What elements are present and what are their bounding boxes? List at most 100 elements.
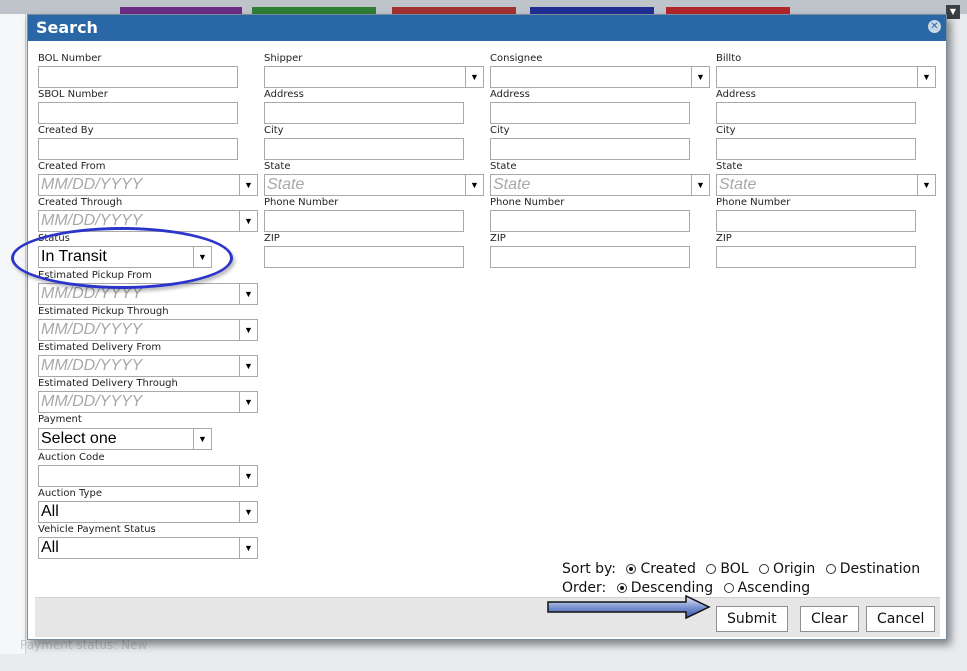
created-through-label: Created Through [38, 197, 123, 208]
bol-number-input[interactable] [38, 66, 238, 88]
submit-button[interactable]: Submit [716, 606, 788, 632]
chevron-down-icon[interactable]: ▼ [239, 392, 257, 412]
dialog-footer: Submit Clear Cancel [35, 597, 940, 637]
order-ascending-radio[interactable] [723, 583, 734, 593]
chevron-down-icon[interactable]: ▼ [465, 175, 483, 195]
consignee-address-input[interactable] [490, 102, 690, 124]
est-delivery-through-label: Estimated Delivery Through [38, 378, 178, 389]
sort-bol-label[interactable]: BOL [720, 561, 748, 577]
clear-button[interactable]: Clear [800, 606, 859, 632]
vehicle-payment-status-select[interactable]: All ▼ [38, 537, 258, 559]
chevron-down-icon: ▼ [946, 5, 960, 19]
created-from-label: Created From [38, 161, 106, 172]
cancel-button[interactable]: Cancel [866, 606, 936, 632]
billto-select[interactable]: ▼ [716, 66, 936, 88]
chevron-down-icon[interactable]: ▼ [239, 502, 257, 522]
billto-state-label: State [716, 161, 743, 172]
billto-state-select[interactable]: State ▼ [716, 174, 936, 196]
billto-state-placeholder: State [719, 176, 757, 193]
sort-by-group: Sort by: Created BOL Origin Destination [562, 561, 920, 577]
auction-type-select[interactable]: All ▼ [38, 501, 258, 523]
est-pickup-through-label: Estimated Pickup Through [38, 306, 169, 317]
shipper-select[interactable]: ▼ [264, 66, 484, 88]
est-delivery-from-placeholder: MM/DD/YYYY [41, 357, 143, 374]
created-by-label: Created By [38, 125, 94, 136]
dialog-titlebar: Search ✕ [28, 15, 946, 41]
est-delivery-through-placeholder: MM/DD/YYYY [41, 393, 143, 410]
consignee-zip-input[interactable] [490, 246, 690, 268]
consignee-address-label: Address [490, 89, 530, 100]
sort-by-label: Sort by: [562, 561, 617, 577]
sort-destination-label[interactable]: Destination [840, 561, 920, 577]
chevron-down-icon[interactable]: ▼ [239, 466, 257, 486]
chevron-down-icon[interactable]: ▼ [239, 538, 257, 558]
chevron-down-icon[interactable]: ▼ [465, 67, 483, 87]
shipper-state-select[interactable]: State ▼ [264, 174, 484, 196]
vehicle-payment-status-label: Vehicle Payment Status [38, 524, 156, 535]
sbol-number-input[interactable] [38, 102, 238, 124]
background-status-text: Payment status: New [20, 638, 148, 652]
sort-origin-radio[interactable] [758, 564, 769, 574]
sort-created-radio[interactable] [626, 564, 637, 574]
billto-city-label: City [716, 125, 736, 136]
created-from-date[interactable]: MM/DD/YYYY ▼ [38, 174, 258, 196]
consignee-phone-label: Phone Number [490, 197, 565, 208]
consignee-state-label: State [490, 161, 517, 172]
close-icon[interactable]: ✕ [928, 20, 941, 33]
billto-phone-input[interactable] [716, 210, 916, 232]
sort-created-label[interactable]: Created [640, 561, 695, 577]
consignee-label: Consignee [490, 53, 543, 64]
chevron-down-icon[interactable]: ▼ [239, 211, 257, 231]
consignee-select[interactable]: ▼ [490, 66, 710, 88]
shipper-zip-label: ZIP [264, 233, 280, 244]
billto-address-label: Address [716, 89, 756, 100]
shipper-address-input[interactable] [264, 102, 464, 124]
est-pickup-through-date[interactable]: MM/DD/YYYY ▼ [38, 319, 258, 341]
payment-select[interactable]: Select one ▼ [38, 428, 212, 450]
shipper-zip-input[interactable] [264, 246, 464, 268]
chevron-down-icon[interactable]: ▼ [239, 356, 257, 376]
created-by-input[interactable] [38, 138, 238, 160]
sort-origin-label[interactable]: Origin [773, 561, 815, 577]
background-sidebar [0, 14, 26, 654]
shipper-city-input[interactable] [264, 138, 464, 160]
consignee-zip-label: ZIP [490, 233, 506, 244]
sort-bol-radio[interactable] [706, 564, 717, 574]
payment-label: Payment [38, 414, 82, 425]
created-from-placeholder: MM/DD/YYYY [41, 176, 143, 193]
est-delivery-from-date[interactable]: MM/DD/YYYY ▼ [38, 355, 258, 377]
billto-city-input[interactable] [716, 138, 916, 160]
billto-zip-input[interactable] [716, 246, 916, 268]
billto-phone-label: Phone Number [716, 197, 791, 208]
chevron-down-icon[interactable]: ▼ [917, 67, 935, 87]
sort-destination-radio[interactable] [825, 564, 836, 574]
shipper-state-placeholder: State [267, 176, 305, 193]
order-ascending-label[interactable]: Ascending [738, 580, 811, 596]
chevron-down-icon[interactable]: ▼ [691, 67, 709, 87]
chevron-down-icon[interactable]: ▼ [193, 429, 211, 449]
est-delivery-through-date[interactable]: MM/DD/YYYY ▼ [38, 391, 258, 413]
auction-type-label: Auction Type [38, 488, 102, 499]
chevron-down-icon[interactable]: ▼ [239, 175, 257, 195]
est-pickup-through-placeholder: MM/DD/YYYY [41, 321, 143, 338]
billto-zip-label: ZIP [716, 233, 732, 244]
est-delivery-from-label: Estimated Delivery From [38, 342, 162, 353]
billto-address-input[interactable] [716, 102, 916, 124]
consignee-state-select[interactable]: State ▼ [490, 174, 710, 196]
search-dialog: Search ✕ BOL Number SBOL Number Created … [27, 14, 947, 640]
auction-code-select[interactable]: ▼ [38, 465, 258, 487]
chevron-down-icon[interactable]: ▼ [239, 320, 257, 340]
consignee-state-placeholder: State [493, 176, 531, 193]
chevron-down-icon[interactable]: ▼ [691, 175, 709, 195]
consignee-city-label: City [490, 125, 510, 136]
shipper-phone-input[interactable] [264, 210, 464, 232]
chevron-down-icon[interactable]: ▼ [917, 175, 935, 195]
consignee-city-input[interactable] [490, 138, 690, 160]
shipper-city-label: City [264, 125, 284, 136]
consignee-phone-input[interactable] [490, 210, 690, 232]
order-descending-radio[interactable] [616, 583, 627, 593]
chevron-down-icon[interactable]: ▼ [239, 284, 257, 304]
billto-label: Billto [716, 53, 742, 64]
sbol-number-label: SBOL Number [38, 89, 108, 100]
auction-code-label: Auction Code [38, 452, 105, 463]
